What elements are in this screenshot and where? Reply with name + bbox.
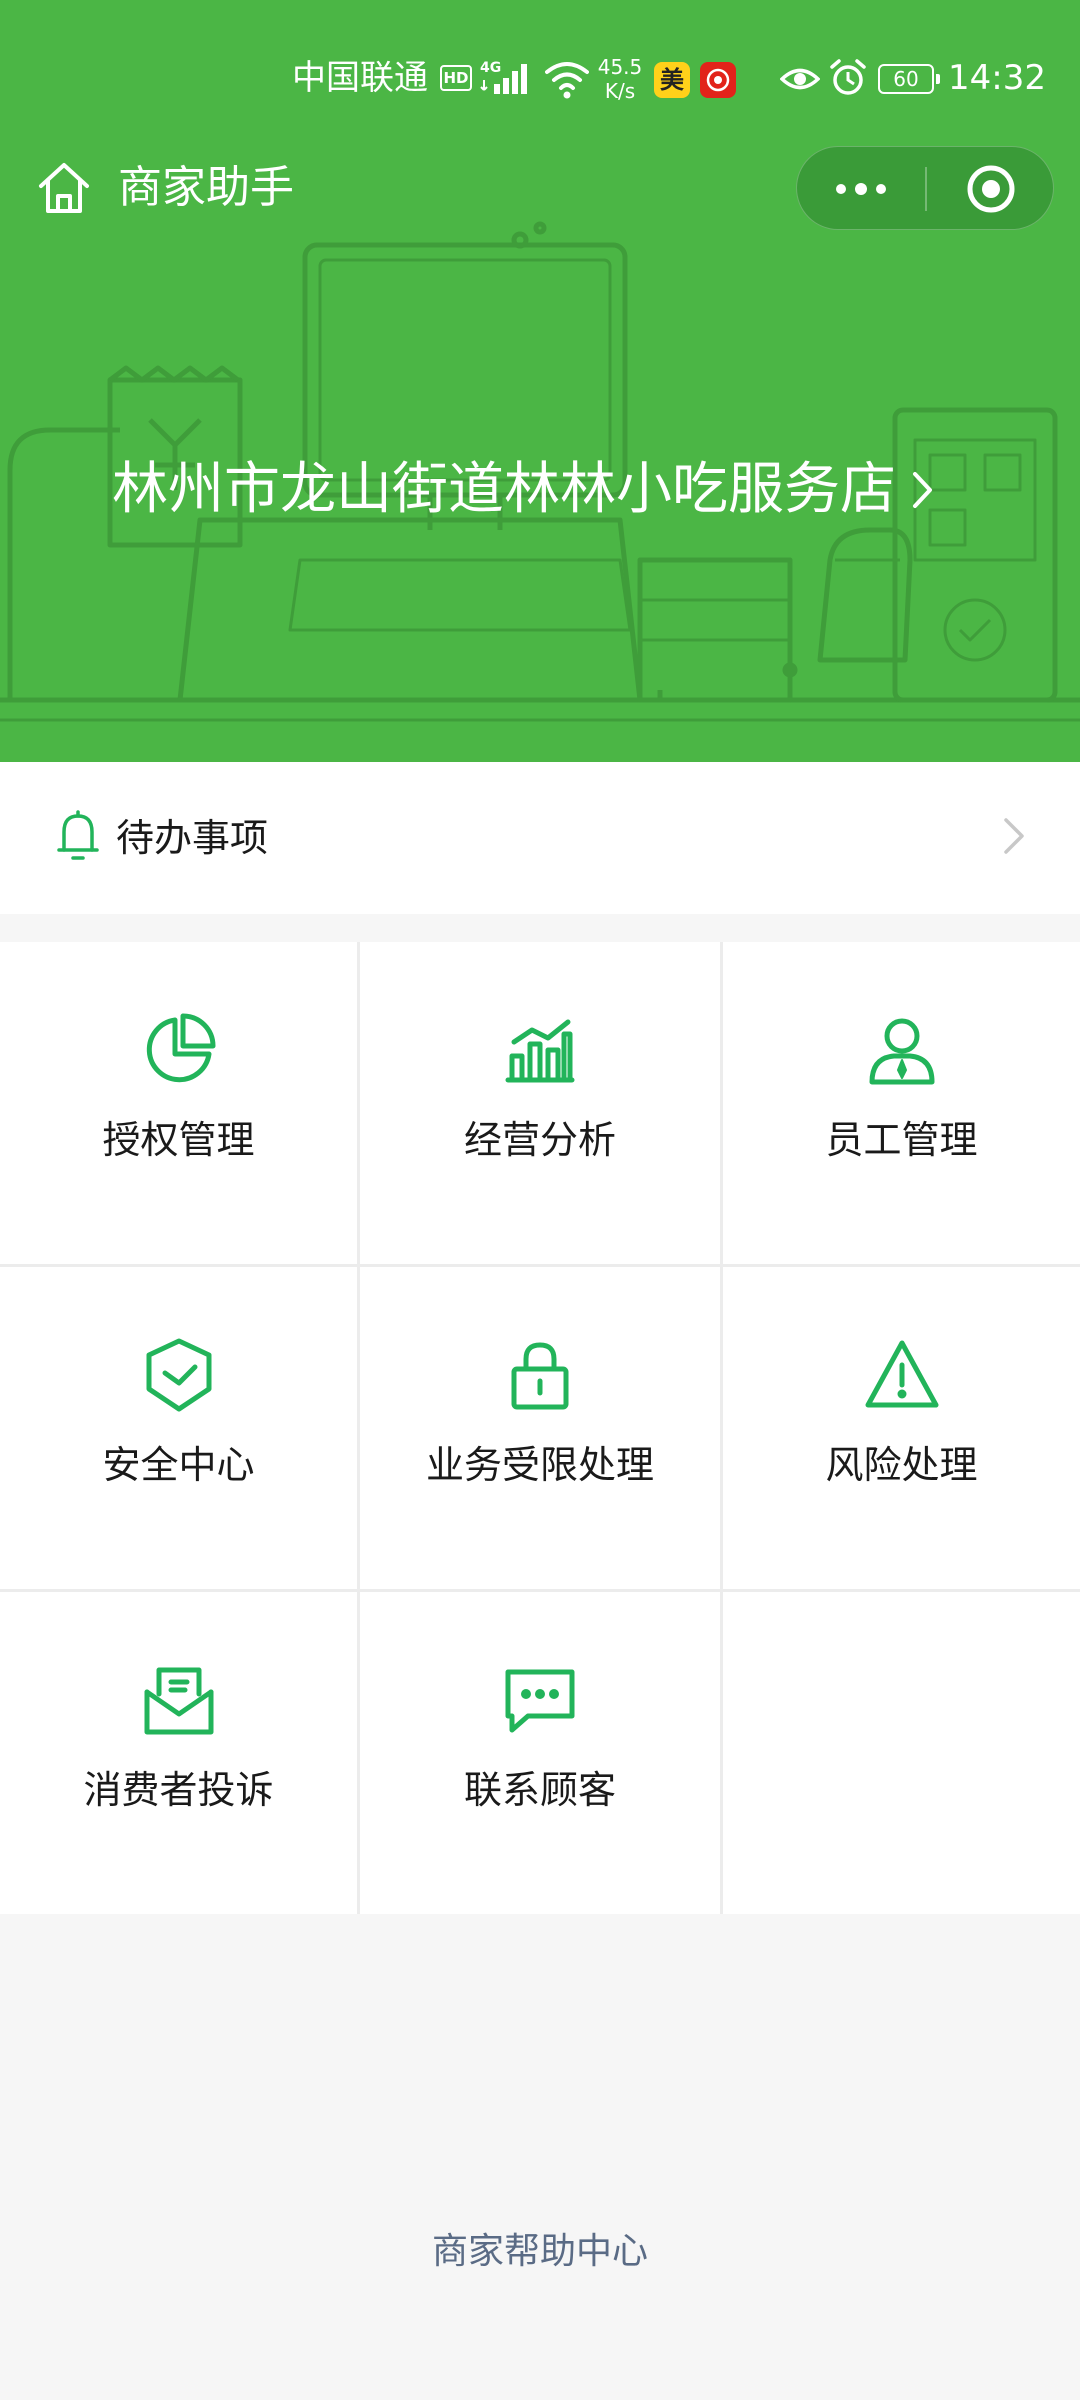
bar-chart-icon — [505, 1019, 575, 1083]
dot-icon — [876, 184, 886, 194]
grid-item-label: 安全中心 — [102, 1443, 255, 1487]
chevron-right-icon — [913, 472, 932, 508]
dot-icon — [836, 184, 846, 194]
network-speed-value: 45.5 — [597, 55, 643, 79]
mail-icon — [144, 1667, 213, 1735]
page-title: 商家助手 — [118, 162, 294, 213]
merchant-help-center-link[interactable]: 商家帮助中心 — [0, 2228, 1080, 2276]
bell-icon — [57, 810, 99, 860]
warning-icon — [865, 1340, 938, 1408]
user-icon — [869, 1018, 934, 1085]
grid-item-business-restriction[interactable]: 业务受限处理 — [360, 1267, 720, 1589]
grid-item-staff-management[interactable]: 员工管理 — [723, 942, 1080, 1264]
eye-icon — [780, 68, 820, 90]
grid-item-risk-handling[interactable]: 风险处理 — [723, 1267, 1080, 1589]
grid-item-label: 员工管理 — [825, 1118, 978, 1162]
lock-icon — [511, 1342, 569, 1410]
grid-item-label: 联系顾客 — [463, 1768, 616, 1812]
chevron-right-icon — [1004, 818, 1024, 854]
close-mini-program-button[interactable] — [927, 147, 1055, 231]
more-button[interactable] — [797, 147, 925, 231]
battery-indicator: 60 — [878, 64, 940, 94]
target-circle-icon — [967, 165, 1015, 213]
shield-icon — [146, 1338, 211, 1412]
hd-badge: HD — [440, 65, 472, 91]
todo-label: 待办事项 — [116, 816, 269, 860]
meituan-app-icon: 美 — [654, 62, 690, 98]
wifi-icon — [545, 62, 589, 99]
header-banner: 中国联通 HD 4G 45.5 K/s 美 60 14:32 商家助手 林州市龙… — [0, 0, 1080, 762]
mini-program-capsule — [796, 146, 1054, 230]
store-name-link[interactable]: 林州市龙山街道林林小吃服务店 — [112, 456, 936, 524]
grid-item-security-center[interactable]: 安全中心 — [0, 1267, 357, 1589]
grid-item-label: 消费者投诉 — [83, 1768, 274, 1812]
chat-icon — [505, 1669, 575, 1733]
grid-item-authorization-management[interactable]: 授权管理 — [0, 942, 357, 1264]
clock-time: 14:32 — [948, 58, 1046, 98]
function-grid: 授权管理 经营分析 员工管理 安全中心 业务受限处理 风险处理 消费者投诉 联系… — [0, 942, 1080, 1914]
todo-row[interactable]: 待办事项 — [0, 762, 1080, 914]
cellular-signal-icon: 4G — [480, 60, 527, 94]
dot-icon — [855, 183, 867, 195]
network-speed-unit: K/s — [604, 79, 636, 103]
network-speed: 45.5 K/s — [596, 55, 644, 103]
pie-chart-icon — [146, 1013, 215, 1083]
grid-item-label: 经营分析 — [463, 1118, 616, 1162]
store-name: 林州市龙山街道林林小吃服务店 — [112, 457, 896, 522]
grid-item-label: 业务受限处理 — [425, 1443, 654, 1487]
network-type: 4G — [480, 60, 501, 76]
pinduoduo-app-icon — [700, 62, 736, 98]
grid-item-label: 风险处理 — [825, 1443, 978, 1487]
carrier-name: 中国联通 — [292, 58, 428, 98]
grid-empty-cell — [723, 1592, 1080, 1914]
grid-item-business-analysis[interactable]: 经营分析 — [360, 942, 720, 1264]
status-bar: 中国联通 HD 4G 45.5 K/s 美 60 14:32 — [0, 0, 1080, 150]
grid-item-consumer-complaints[interactable]: 消费者投诉 — [0, 1592, 357, 1914]
home-icon[interactable] — [36, 160, 92, 216]
grid-item-contact-customers[interactable]: 联系顾客 — [360, 1592, 720, 1914]
grid-item-label: 授权管理 — [102, 1118, 255, 1162]
alarm-clock-icon — [830, 59, 866, 95]
